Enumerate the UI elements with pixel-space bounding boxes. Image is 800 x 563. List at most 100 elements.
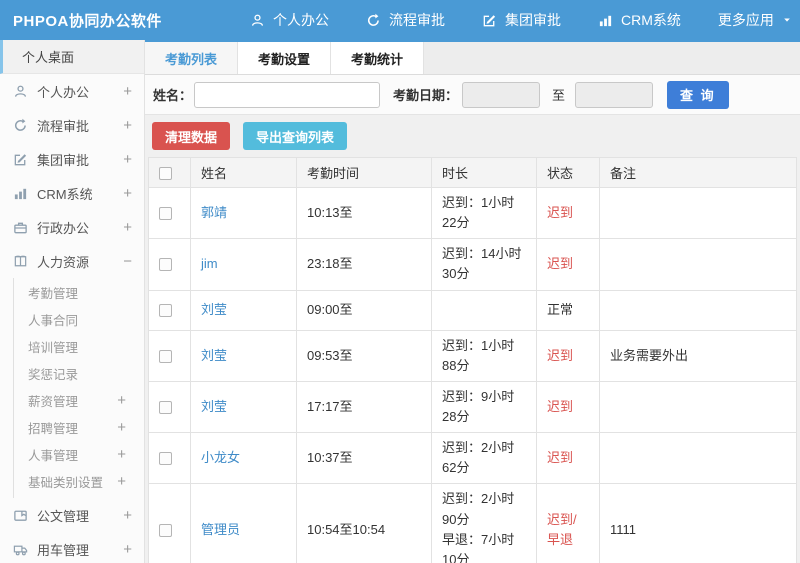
table-row: 刘莹 09:53至 迟到：1小时88分 迟到 业务需要外出 (148, 329, 797, 382)
expand-toggle-icon[interactable]: + (117, 393, 126, 408)
expand-toggle-icon[interactable]: + (123, 84, 132, 99)
status-badge: 迟到 (547, 205, 574, 221)
edit-icon (13, 152, 28, 167)
column-header: 考勤时间 (296, 157, 432, 188)
time-cell: 09:53至 (296, 329, 432, 382)
sidebar-subitem[interactable]: 人事合同 (14, 306, 144, 333)
sidebar-subitem-label: 薪资管理 (28, 395, 79, 409)
nav-item-1[interactable]: 个人办公 (250, 10, 329, 30)
clear-data-button[interactable]: 清理数据 (152, 122, 231, 150)
caret-down-icon (782, 15, 792, 25)
column-header: 备注 (599, 157, 797, 188)
name-cell: jim (190, 238, 297, 291)
export-list-button[interactable]: 导出查询列表 (243, 122, 348, 150)
tab-1[interactable]: 考勤列表 (145, 42, 238, 74)
app-title: PHPOA协同办公软件 (13, 12, 162, 30)
select-all-cell (148, 157, 191, 188)
expand-toggle-icon[interactable]: + (123, 186, 132, 201)
edit-icon (482, 13, 497, 28)
sidebar-submenu: 考勤管理 人事合同 培训管理 奖惩记录 薪资管理 + 招聘管理 + 人事管理 + 基础类别设置 + (13, 278, 144, 498)
row-checkbox[interactable] (159, 304, 172, 318)
row-checkbox[interactable] (159, 452, 172, 466)
nav-item-2[interactable]: 流程审批 (366, 10, 445, 30)
table-row: 管理员 10:54至10:54 迟到：2小时90分 早退：7小时10分 迟到/早退 111… (148, 483, 797, 563)
sidebar-subitem[interactable]: 考勤管理 (14, 279, 144, 306)
bar-chart-icon (13, 186, 28, 201)
row-checkbox[interactable] (159, 258, 172, 272)
expand-toggle-icon[interactable]: + (123, 152, 132, 167)
book-icon (13, 254, 28, 269)
process-icon (13, 118, 28, 133)
name-input[interactable] (194, 81, 381, 108)
table-row: 刘莹 09:00至 正常 (148, 289, 797, 331)
nav-item-label: 更多应用 (717, 12, 774, 28)
briefcase-icon (13, 220, 28, 235)
expand-toggle-icon[interactable]: + (123, 118, 132, 133)
sidebar-subitem-label: 招聘管理 (28, 422, 79, 436)
expand-toggle-icon[interactable]: + (123, 542, 132, 557)
sidebar-item[interactable]: 个人办公 + (0, 74, 144, 108)
sidebar-item[interactable]: 流程审批 + (0, 108, 144, 142)
expand-toggle-icon[interactable]: + (117, 420, 126, 435)
employee-name-link[interactable]: 刘莹 (201, 348, 227, 363)
row-checkbox[interactable] (159, 207, 172, 221)
employee-name-link[interactable]: 刘莹 (201, 302, 227, 317)
date-to-input[interactable] (575, 81, 654, 108)
status-cell: 迟到 (536, 186, 600, 240)
expand-toggle-icon[interactable]: + (123, 220, 132, 235)
tab-2[interactable]: 考勤设置 (238, 42, 331, 74)
duration-cell (431, 289, 537, 331)
row-checkbox[interactable] (159, 400, 172, 414)
employee-name-link[interactable]: 管理员 (201, 522, 240, 537)
sidebar-subitem[interactable]: 基础类别设置 + (14, 468, 144, 495)
checkbox-cell (148, 186, 191, 240)
nav-item-3[interactable]: 集团审批 (482, 10, 561, 30)
status-badge: 迟到 (547, 398, 574, 414)
select-all-checkbox[interactable] (159, 167, 172, 181)
note-cell (599, 238, 797, 291)
sidebar-subitem[interactable]: 奖惩记录 (14, 360, 144, 387)
sidebar-subitem[interactable]: 招聘管理 + (14, 414, 144, 441)
row-checkbox[interactable] (159, 523, 172, 537)
nav-item-label: CRM系统 (621, 12, 681, 28)
sidebar-item[interactable]: 公文管理 + (0, 498, 144, 532)
duration-cell: 迟到：14小时30分 (431, 238, 537, 291)
tab-3[interactable]: 考勤统计 (331, 42, 424, 74)
table-toolbar: 清理数据 导出查询列表 (148, 115, 797, 157)
phpoa-app: PHPOA协同办公软件 个人办公 流程审批 集团审批 CRM系统 更多应用 个人桌面 个人… (0, 0, 800, 563)
sidebar-item-label: 个人桌面 (22, 50, 75, 65)
employee-name-link[interactable]: 刘莹 (201, 399, 227, 414)
sidebar: 个人桌面 个人办公 + 流程审批 + 集团审批 + CRM系统 + 行政办公 + 人力资源 − 考勤管理人… (0, 40, 145, 563)
row-checkbox[interactable] (159, 349, 172, 363)
sidebar-item[interactable]: 行政办公 + (0, 210, 144, 244)
search-form: 姓名： 考勤日期： 至 查 询 (145, 75, 800, 115)
sidebar-subitem[interactable]: 人事管理 + (14, 441, 144, 468)
name-cell: 管理员 (190, 483, 297, 563)
sidebar-subitem[interactable]: 薪资管理 + (14, 387, 144, 414)
expand-toggle-icon[interactable]: + (117, 447, 126, 462)
expand-toggle-icon[interactable]: + (123, 508, 132, 523)
document-icon (13, 508, 28, 523)
expand-toggle-icon[interactable]: + (117, 474, 126, 489)
sidebar-item[interactable]: CRM系统 + (0, 176, 144, 210)
nav-item-5[interactable]: 更多应用 (718, 10, 792, 30)
sidebar-item[interactable]: 个人桌面 (0, 40, 144, 74)
sidebar-item-label: 流程审批 (37, 118, 90, 134)
table-row: 刘莹 17:17至 迟到：9小时28分 迟到 (148, 380, 797, 434)
employee-name-link[interactable]: 小龙女 (201, 450, 240, 465)
sidebar-item[interactable]: 人力资源 − (0, 244, 144, 278)
sidebar-item[interactable]: 用车管理 + (0, 532, 144, 563)
sidebar-subitem[interactable]: 培训管理 (14, 333, 144, 360)
sidebar-item-label: 个人办公 (37, 84, 90, 100)
sidebar-item[interactable]: 集团审批 + (0, 142, 144, 176)
expand-toggle-icon[interactable]: − (123, 254, 132, 269)
employee-name-link[interactable]: jim (201, 256, 218, 271)
status-cell: 正常 (536, 289, 600, 331)
main-layout: 个人桌面 个人办公 + 流程审批 + 集团审批 + CRM系统 + 行政办公 + 人力资源 − 考勤管理人… (0, 40, 800, 563)
date-from-input[interactable] (462, 81, 541, 108)
time-cell: 10:54至10:54 (296, 483, 432, 563)
duration-cell: 迟到：1小时88分 (431, 329, 537, 382)
nav-item-4[interactable]: CRM系统 (598, 10, 681, 30)
employee-name-link[interactable]: 郭靖 (201, 205, 227, 220)
search-button[interactable]: 查 询 (667, 80, 729, 109)
